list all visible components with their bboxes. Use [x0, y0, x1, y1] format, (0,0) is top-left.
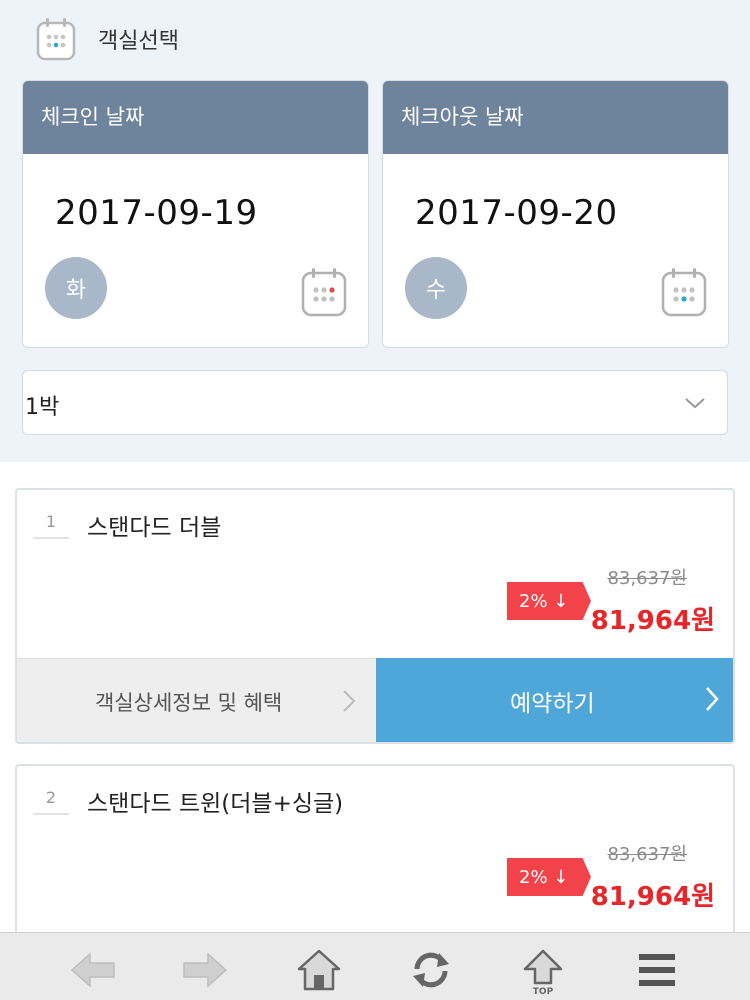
sale-price: 81,964원	[590, 606, 715, 636]
refresh-icon	[413, 952, 449, 988]
discount-badge: 2% ↓	[507, 582, 591, 620]
forward-button[interactable]	[180, 947, 230, 993]
checkout-calendar-icon[interactable]	[661, 267, 707, 317]
chevron-down-icon	[685, 398, 705, 409]
menu-button[interactable]	[632, 947, 682, 993]
refresh-button[interactable]	[406, 947, 456, 993]
bottom-navigation-bar: TOP	[0, 932, 750, 1000]
checkin-date: 2017-09-19	[55, 193, 258, 233]
forward-arrow-icon	[183, 952, 228, 988]
sale-price: 81,964원	[590, 882, 715, 912]
original-price: 83,637원	[607, 844, 687, 865]
room-number: 2	[33, 788, 69, 815]
home-icon	[297, 949, 341, 991]
checkout-label: 체크아웃 날짜	[383, 81, 728, 154]
top-arrow-icon	[523, 949, 563, 985]
date-selection-panel: 객실선택 체크인 날짜 2017-09-19 화 체크아웃 날짜 2017-09…	[0, 0, 750, 462]
reserve-label: 예약하기	[510, 691, 595, 717]
top-label: TOP	[532, 987, 554, 997]
page-title: 객실선택	[98, 29, 179, 54]
nights-selected-value: 1박	[25, 395, 60, 420]
room-name: 스탠다드 트윈(더블+싱글)	[87, 791, 344, 817]
checkout-date-card[interactable]: 체크아웃 날짜 2017-09-20 수	[382, 80, 729, 348]
scroll-top-button[interactable]: TOP	[518, 947, 568, 997]
checkout-date: 2017-09-20	[415, 193, 618, 233]
room-detail-button[interactable]: 객실상세정보 및 혜택	[17, 658, 376, 742]
menu-icon	[639, 954, 675, 986]
reserve-button[interactable]: 예약하기	[376, 658, 733, 742]
checkout-weekday-badge: 수	[405, 257, 467, 319]
room-name: 스탠다드 더블	[87, 515, 222, 541]
original-price: 83,637원	[607, 568, 687, 589]
chevron-right-icon	[343, 690, 356, 712]
back-button[interactable]	[68, 947, 118, 993]
checkin-calendar-icon[interactable]	[301, 267, 347, 317]
page-header: 객실선택	[36, 16, 179, 62]
checkin-date-card[interactable]: 체크인 날짜 2017-09-19 화	[22, 80, 369, 348]
discount-badge: 2% ↓	[507, 858, 591, 896]
chevron-right-icon	[706, 687, 719, 711]
home-button[interactable]	[294, 947, 344, 993]
room-number: 1	[33, 512, 69, 539]
checkin-weekday-badge: 화	[45, 257, 107, 319]
nights-select[interactable]: 1박	[22, 370, 728, 435]
room-card: 1 스탠다드 더블 83,637원 2% ↓ 81,964원 객실상세정보 및 …	[15, 488, 735, 744]
back-arrow-icon	[70, 952, 115, 988]
checkin-label: 체크인 날짜	[23, 81, 368, 154]
calendar-icon	[36, 18, 76, 61]
room-detail-label: 객실상세정보 및 혜택	[95, 690, 283, 715]
